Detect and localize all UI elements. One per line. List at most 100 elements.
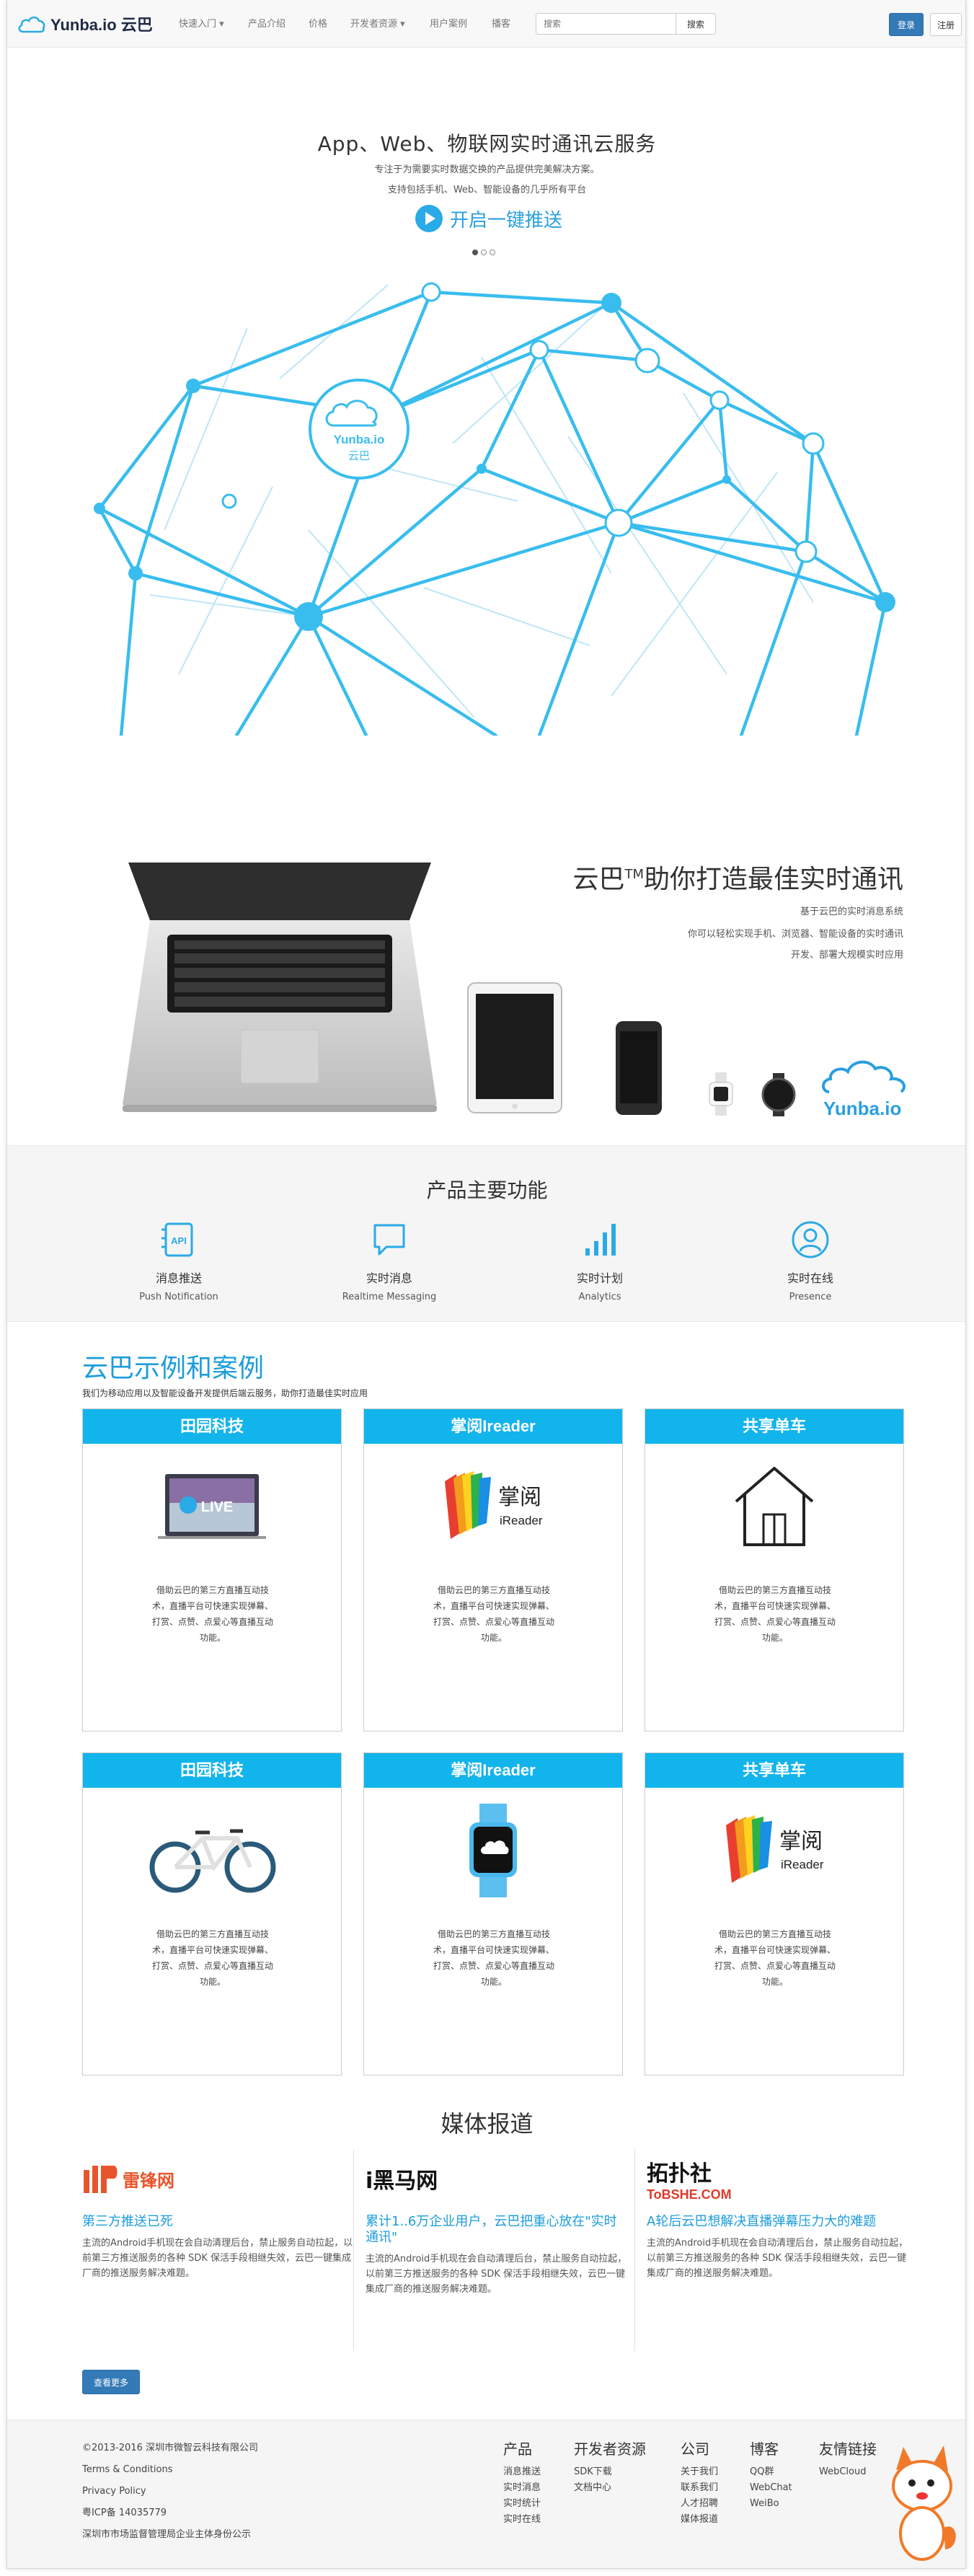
- svg-text:Yunba.io: Yunba.io: [823, 1098, 901, 1119]
- login-button[interactable]: 登录: [889, 13, 924, 36]
- laptop-live-image: LIVE: [158, 1474, 266, 1539]
- search-button[interactable]: 搜索: [676, 13, 716, 35]
- footer-link[interactable]: 实时统计: [503, 2496, 541, 2512]
- svg-text:iReader: iReader: [781, 1858, 824, 1871]
- tablet-illustration: [467, 982, 562, 1113]
- devices-line-1: 基于云巴的实时消息系统: [800, 907, 903, 917]
- media-item[interactable]: i黑马网 累计1..6万企业用户，云巴把重心放在"实时通讯" 主流的Androi…: [353, 2149, 627, 2351]
- nav-quickstart[interactable]: 快速入门 ▾: [179, 16, 224, 30]
- media-item-title[interactable]: 累计1..6万企业用户，云巴把重心放在"实时通讯": [366, 2214, 627, 2246]
- media-item[interactable]: 雷锋网 第三方推送已死 主流的Android手机现在会自动清理后台，禁止服务自动…: [82, 2149, 356, 2351]
- hero-subtitle-1: 专注于为需要实时数据交换的产品提供完美解决方案。: [374, 164, 600, 175]
- network-globe-illustration: Yunba.io 云巴: [94, 282, 895, 736]
- feature-analytics-subtitle: Analytics: [578, 1292, 621, 1302]
- svg-text:掌阅: 掌阅: [498, 1485, 541, 1510]
- cloud-icon: [18, 16, 45, 33]
- svg-text:Yunba.io: Yunba.io: [334, 433, 385, 446]
- carousel-dot[interactable]: [481, 250, 487, 255]
- feature-presence-title: 实时在线: [787, 1271, 833, 1285]
- brand-name: Yunba.io 云巴: [50, 16, 153, 34]
- feature-presence[interactable]: 实时在线 Presence: [738, 1219, 882, 1302]
- footer-link[interactable]: 实时消息: [503, 2480, 541, 2496]
- hero-cta[interactable]: 开启一键推送: [415, 205, 562, 232]
- nav-products[interactable]: 产品介绍: [248, 16, 285, 30]
- nav-developer[interactable]: 开发者资源 ▾: [350, 16, 405, 30]
- register-button[interactable]: 注册: [930, 13, 962, 36]
- case-card[interactable]: 田园科技 LIVE 借助云巴的第三方直播互动技 术，直播平台可快速实现弹幕、 打赏、…: [82, 1408, 342, 1732]
- feature-push-subtitle: Push Notification: [139, 1292, 218, 1302]
- ireader-logo-image: 掌阅 iReader: [445, 1471, 543, 1539]
- user-icon: [792, 1221, 829, 1258]
- footer-privacy-link[interactable]: Privacy Policy: [82, 2481, 258, 2502]
- case-card[interactable]: 共享单车 借助云巴的第三方直播互动技 术，直播平台可快速实现弹幕、 打赏、点赞、点爱…: [645, 1408, 904, 1732]
- feature-analytics-title: 实时计划: [576, 1271, 623, 1285]
- brand-logo[interactable]: Yunba.io 云巴: [17, 13, 153, 35]
- search-input[interactable]: [536, 13, 680, 35]
- nav-podcast[interactable]: 播客: [492, 16, 510, 30]
- case-card-title: 掌阅Ireader: [364, 1753, 622, 1788]
- case-card-title: 共享单车: [645, 1753, 903, 1788]
- case-card-title: 田园科技: [83, 1753, 341, 1788]
- footer-link[interactable]: 人才招聘: [681, 2496, 718, 2512]
- footer-terms-link[interactable]: Terms & Conditions: [82, 2459, 258, 2481]
- nav-pricing[interactable]: 价格: [309, 16, 327, 30]
- feature-messaging[interactable]: 实时消息 Realtime Messaging: [317, 1219, 461, 1302]
- case-card-description: 借助云巴的第三方直播互动技 术，直播平台可快速实现弹幕、 打赏、点赞、点爱心等直播互…: [714, 1929, 836, 1987]
- cases-title: 云巴示例和案例: [82, 1354, 265, 1383]
- footer-link[interactable]: 关于我们: [681, 2464, 718, 2480]
- footer-col-developer: 开发者资源 SDK下载 文档中心: [574, 2438, 646, 2496]
- bar-chart-icon: [585, 1224, 616, 1256]
- footer-col-links: 友情链接 WebCloud: [819, 2438, 877, 2480]
- api-document-icon: API: [161, 1222, 193, 1257]
- top-navbar: Yunba.io 云巴 快速入门 ▾ 产品介绍 价格 开发者资源 ▾ 用户案例 …: [7, 0, 965, 48]
- case-card[interactable]: 掌阅Ireader 借助云巴的第三方直播互动技 术，直播平台可快速实现弹幕、 打赏、…: [363, 1752, 623, 2076]
- carousel-dot[interactable]: [472, 250, 478, 255]
- footer-link[interactable]: 联系我们: [681, 2480, 718, 2496]
- feature-messaging-title: 实时消息: [366, 1271, 412, 1285]
- features-heading: 产品主要功能: [426, 1178, 548, 1202]
- view-more-button[interactable]: 查看更多: [82, 2370, 140, 2394]
- media-item[interactable]: 拓扑社 ToBSHE.COM A轮后云巴想解决直播弹幕压力大的难题 主流的And…: [634, 2149, 908, 2351]
- footer-icp[interactable]: 粤ICP备 14035779: [82, 2502, 258, 2524]
- watch-round-illustration: [761, 1073, 796, 1116]
- case-card[interactable]: 共享单车 掌阅 iReader 借助云巴的第三方直播互动技 术，直播平台可快速实现…: [645, 1752, 904, 2076]
- nav-cases[interactable]: 用户案例: [430, 16, 467, 30]
- svg-text:iReader: iReader: [500, 1514, 543, 1527]
- footer-registry-link[interactable]: 深圳市市场监督管理局企业主体身份公示: [82, 2524, 258, 2546]
- iheima-logo: i黑马网: [366, 2169, 438, 2194]
- hero-cta-label: 开启一键推送: [450, 209, 563, 231]
- feature-analytics[interactable]: 实时计划 Analytics: [528, 1219, 672, 1302]
- footer-copyright: ©2013-2016 深圳市微智云科技有限公司: [82, 2443, 258, 2453]
- footer-link[interactable]: 消息推送: [503, 2464, 541, 2480]
- case-card-description: 借助云巴的第三方直播互动技 术，直播平台可快速实现弹幕、 打赏、点赞、点爱心等直播互…: [714, 1585, 836, 1643]
- case-card[interactable]: 掌阅Ireader 掌阅 iReader 借助云巴的第三方直播互动技 术，直播平台…: [363, 1408, 623, 1732]
- case-card[interactable]: 田园科技 借助云巴的第三方直播互动技 术，直播平台可快速实现弹幕、 打赏、点赞、点爱…: [82, 1752, 342, 2076]
- case-card-title: 掌阅Ireader: [364, 1409, 622, 1444]
- feature-push[interactable]: API 消息推送 Push Notification: [107, 1219, 251, 1302]
- footer-link[interactable]: 媒体报道: [681, 2512, 718, 2528]
- svg-text:API: API: [171, 1235, 187, 1246]
- media-item-title[interactable]: 第三方推送已死: [82, 2214, 356, 2230]
- media-item-body: 主流的Android手机现在会自动清理后台，禁止服务自动拉起，以前第三方推送服务…: [82, 2238, 353, 2279]
- leiphone-logo: 雷锋网: [82, 2149, 356, 2208]
- carousel-dot[interactable]: [490, 250, 495, 255]
- devices-title: 云巴TM助你打造最佳实时通讯: [572, 865, 903, 894]
- footer-link[interactable]: SDK下载: [574, 2464, 646, 2480]
- footer-link[interactable]: WeiBo: [750, 2496, 792, 2512]
- leiphone-logo-mark: [84, 2166, 118, 2193]
- footer-col-company: 公司 关于我们 联系我们 人才招聘 媒体报道: [681, 2438, 718, 2528]
- devices-line-3: 开发、部署大规模实时应用: [790, 950, 903, 961]
- svg-text:云巴: 云巴: [348, 449, 370, 462]
- devices-line-2: 你可以轻松实现手机、浏览器、智能设备的实时通讯: [687, 929, 903, 940]
- footer-link[interactable]: 实时在线: [503, 2512, 541, 2528]
- hero-title: App、Web、物联网实时通讯云服务: [317, 132, 657, 156]
- footer-link[interactable]: WebCloud: [819, 2464, 877, 2480]
- cases-subtitle: 我们为移动应用以及智能设备开发提供后端云服务，助你打造最佳实时应用: [82, 1388, 368, 1398]
- footer-link[interactable]: 文档中心: [574, 2480, 646, 2496]
- chat-bubble-icon: [373, 1224, 405, 1256]
- feature-push-title: 消息推送: [155, 1271, 202, 1285]
- media-item-title[interactable]: A轮后云巴想解决直播弹幕压力大的难题: [647, 2214, 908, 2230]
- footer-link[interactable]: WebChat: [750, 2480, 792, 2496]
- feature-presence-subtitle: Presence: [789, 1292, 832, 1302]
- footer-link[interactable]: QQ群: [750, 2464, 792, 2480]
